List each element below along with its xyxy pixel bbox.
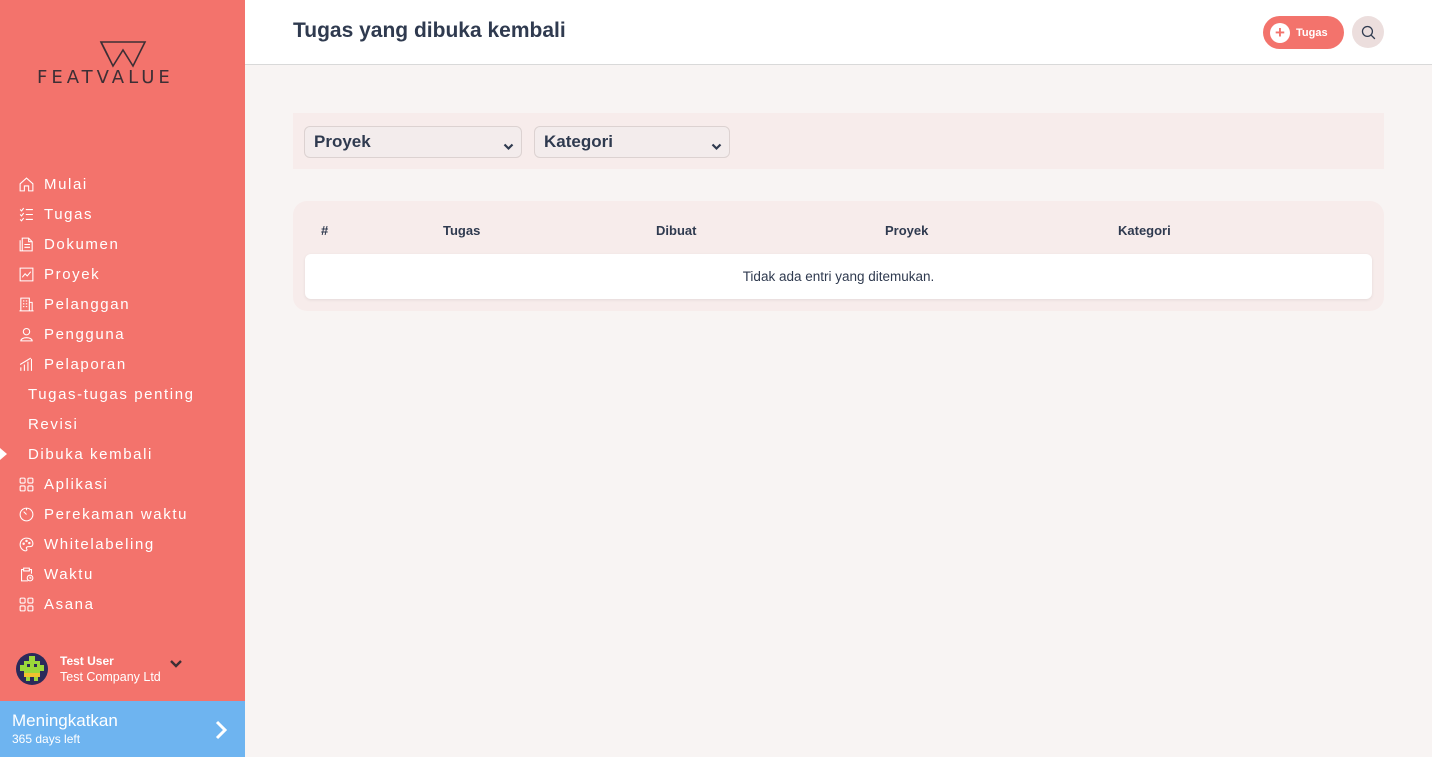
tasks-table: # Tugas Dibuat Proyek Kategori Tidak ada… — [293, 201, 1384, 311]
sidebar-nav: Mulai Tugas Dokumen Proyek Pelanggan Pen… — [0, 169, 245, 619]
sidebar-item-label: Pelanggan — [44, 295, 131, 313]
sidebar-item-label: Waktu — [44, 565, 94, 583]
apps-icon — [16, 474, 36, 494]
bars-icon — [16, 354, 36, 374]
sidebar-item-whitelabeling[interactable]: Whitelabeling — [0, 529, 245, 559]
document-icon — [16, 234, 36, 254]
upgrade-title: Meningkatkan — [12, 711, 118, 730]
user-company: Test Company Ltd — [60, 670, 161, 684]
sidebar-item-tugas[interactable]: Tugas — [0, 199, 245, 229]
sidebar-item-label: Perekaman waktu — [44, 505, 189, 523]
add-task-label: Tugas — [1296, 26, 1328, 39]
filter-bar: Proyek Kategori — [293, 113, 1384, 169]
sidebar-item-revisi[interactable]: Revisi — [0, 409, 245, 439]
sidebar: FEATVALUE Mulai Tugas Dokumen Proyek Pel… — [0, 0, 245, 757]
logo-text: FEATVALUE — [37, 67, 174, 88]
chevron-down-icon[interactable] — [169, 657, 183, 671]
timer-icon — [16, 504, 36, 524]
chart-icon — [16, 264, 36, 284]
page-title: Tugas yang dibuka kembali — [293, 19, 566, 42]
avatar — [16, 653, 48, 685]
logo[interactable]: FEATVALUE — [37, 40, 209, 90]
sidebar-item-label: Proyek — [44, 265, 101, 283]
sidebar-item-label: Asana — [44, 595, 95, 613]
project-select-value: Proyek — [314, 132, 371, 151]
search-icon — [1361, 25, 1375, 39]
sidebar-item-label: Dokumen — [44, 235, 120, 253]
sidebar-item-label: Tugas-tugas penting — [28, 385, 195, 403]
sidebar-item-label: Mulai — [44, 175, 88, 193]
sidebar-item-label: Dibuka kembali — [28, 445, 153, 463]
sidebar-item-asana[interactable]: Asana — [0, 589, 245, 619]
sidebar-item-dibuka-kembali[interactable]: Dibuka kembali — [0, 439, 245, 469]
add-task-button[interactable]: + Tugas — [1263, 16, 1344, 49]
apps-icon — [16, 594, 36, 614]
column-header-number[interactable]: # — [321, 223, 328, 238]
sidebar-item-pengguna[interactable]: Pengguna — [0, 319, 245, 349]
checklist-icon — [16, 204, 36, 224]
sidebar-item-proyek[interactable]: Proyek — [0, 259, 245, 289]
chevron-right-icon — [212, 719, 230, 741]
user-icon — [16, 324, 36, 344]
project-select[interactable]: Proyek — [304, 126, 522, 158]
upgrade-days-left: 365 days left — [12, 732, 81, 746]
sidebar-item-pelanggan[interactable]: Pelanggan — [0, 289, 245, 319]
palette-icon — [16, 534, 36, 554]
sidebar-item-dokumen[interactable]: Dokumen — [0, 229, 245, 259]
sidebar-item-tugas-penting[interactable]: Tugas-tugas penting — [0, 379, 245, 409]
building-icon — [16, 294, 36, 314]
category-select-value: Kategori — [544, 132, 613, 151]
sidebar-item-waktu[interactable]: Waktu — [0, 559, 245, 589]
sidebar-item-pelaporan[interactable]: Pelaporan — [0, 349, 245, 379]
sidebar-item-label: Aplikasi — [44, 475, 109, 493]
sidebar-item-label: Revisi — [28, 415, 79, 433]
home-icon — [16, 174, 36, 194]
chevron-down-icon — [711, 137, 722, 151]
sidebar-item-label: Pelaporan — [44, 355, 127, 373]
logo-mark-icon — [99, 41, 147, 68]
user-menu[interactable]: Test User Test Company Ltd — [16, 652, 183, 686]
category-select[interactable]: Kategori — [534, 126, 730, 158]
empty-table-message: Tidak ada entri yang ditemukan. — [305, 254, 1372, 299]
sidebar-item-mulai[interactable]: Mulai — [0, 169, 245, 199]
chevron-down-icon — [503, 137, 514, 151]
sidebar-item-label: Tugas — [44, 205, 94, 223]
column-header-task[interactable]: Tugas — [443, 223, 480, 238]
column-header-project[interactable]: Proyek — [885, 223, 928, 238]
plus-icon: + — [1270, 22, 1290, 43]
column-header-created[interactable]: Dibuat — [656, 223, 696, 238]
column-header-category[interactable]: Kategori — [1118, 223, 1171, 238]
sidebar-item-label: Whitelabeling — [44, 535, 155, 553]
page-header: Tugas yang dibuka kembali + Tugas — [245, 0, 1432, 65]
sidebar-item-label: Pengguna — [44, 325, 126, 343]
upgrade-banner[interactable]: Meningkatkan 365 days left — [0, 701, 245, 757]
search-button[interactable] — [1352, 16, 1384, 48]
sidebar-item-perekaman-waktu[interactable]: Perekaman waktu — [0, 499, 245, 529]
sidebar-item-aplikasi[interactable]: Aplikasi — [0, 469, 245, 499]
user-name: Test User — [60, 654, 114, 668]
clipboard-clock-icon — [16, 564, 36, 584]
